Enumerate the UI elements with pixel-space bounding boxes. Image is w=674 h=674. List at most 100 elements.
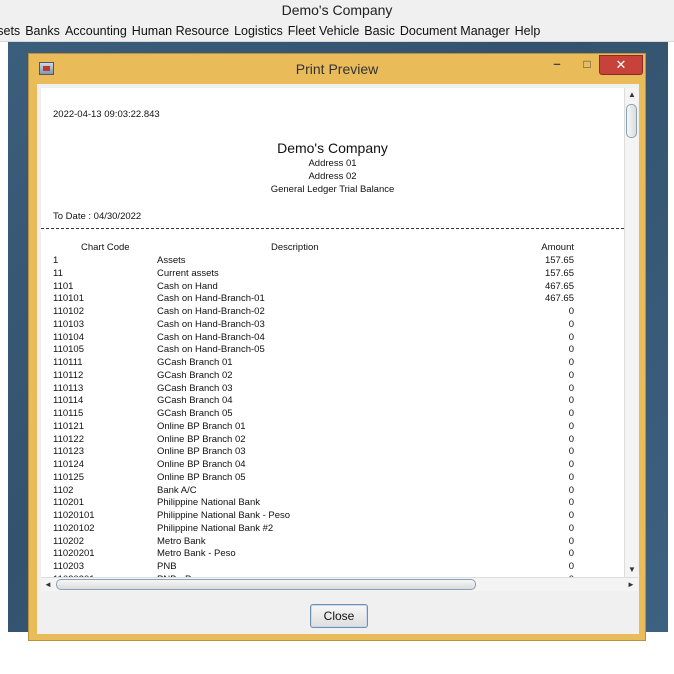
- app-title: Demo's Company: [281, 2, 393, 18]
- row-amount: 0: [568, 369, 574, 381]
- minimize-button[interactable]: –: [544, 54, 570, 74]
- row-description: Cash on Hand-Branch-03: [157, 318, 265, 330]
- row-code: 110111: [53, 357, 83, 368]
- row-code: 110121: [53, 420, 84, 432]
- row-code: 110103: [53, 318, 84, 330]
- row-description: Metro Bank - Peso: [157, 548, 236, 560]
- app-title-bar: Demo's Company: [0, 0, 674, 21]
- row-description: Cash on Hand-Branch-04: [157, 331, 265, 343]
- row-amount: 467.65: [544, 280, 574, 292]
- row-amount: 0: [568, 497, 574, 509]
- report-row: 11020102 Philippine National Bank #2 0: [41, 523, 624, 536]
- menu-item[interactable]: Help: [515, 21, 541, 41]
- menu-item[interactable]: ssets: [0, 21, 20, 41]
- report-row: 110102 Cash on Hand-Branch-02 0: [41, 306, 624, 319]
- horizontal-scrollbar[interactable]: ◄ ►: [41, 577, 638, 591]
- report-row: 110123 Online BP Branch 03 0: [41, 446, 624, 459]
- report-row: 110103 Cash on Hand-Branch-03 0: [41, 319, 624, 332]
- scroll-down-icon[interactable]: ▼: [625, 563, 639, 577]
- report-row: 110201 Philippine National Bank 0: [41, 497, 624, 510]
- row-description: Philippine National Bank - Peso: [157, 510, 291, 521]
- row-code: 110101: [53, 293, 84, 305]
- vertical-scrollbar[interactable]: ▲ ▼: [624, 88, 638, 577]
- row-amount: 0: [568, 357, 574, 368]
- row-amount: 0: [568, 510, 574, 521]
- row-amount: 0: [568, 408, 574, 419]
- report-row: 110104 Cash on Hand-Branch-04 0: [41, 332, 624, 345]
- row-code: 110122: [53, 433, 84, 445]
- report-row: 110113 GCash Branch 03 0: [41, 383, 624, 396]
- row-code: 110124: [53, 459, 84, 470]
- row-description: Online BP Branch 03: [157, 446, 246, 458]
- row-code: 110102: [53, 306, 84, 317]
- row-amount: 0: [568, 446, 574, 458]
- report-row: 110124 Online BP Branch 04 0: [41, 459, 624, 472]
- report-timestamp: 2022-04-13 09:03:22.843: [53, 109, 160, 120]
- row-amount: 0: [568, 471, 574, 483]
- report-row: 110122 Online BP Branch 02 0: [41, 434, 624, 447]
- menu-item[interactable]: Accounting: [65, 21, 127, 41]
- row-description: Cash on Hand-Branch-02: [157, 306, 265, 317]
- row-amount: 467.65: [544, 293, 574, 305]
- row-description: Cash on Hand-Branch-01: [157, 293, 265, 305]
- menu-item[interactable]: Document Manager: [400, 21, 510, 41]
- report-rows: 1 Assets 157.65 11 Current assets 157.65 1101 C…: [41, 255, 624, 577]
- menu-items: ssetsBanksAccountingHuman ResourceLogist…: [0, 21, 545, 41]
- scroll-left-icon[interactable]: ◄: [41, 578, 55, 592]
- row-description: Online BP Branch 01: [157, 420, 246, 432]
- vertical-scroll-thumb[interactable]: [626, 104, 637, 138]
- row-code: 11020201: [53, 548, 95, 560]
- row-description: Online BP Branch 04: [157, 459, 246, 470]
- row-code: 110115: [53, 408, 84, 419]
- report-row: 11 Current assets 157.65: [41, 268, 624, 281]
- row-code: 110201: [53, 497, 84, 509]
- menu-item[interactable]: Banks: [25, 21, 60, 41]
- report-company: Demo's Company: [277, 140, 388, 156]
- row-description: GCash Branch 01: [157, 357, 233, 368]
- row-code: 110114: [53, 395, 84, 407]
- scroll-up-icon[interactable]: ▲: [625, 88, 639, 102]
- row-description: GCash Branch 02: [157, 369, 233, 381]
- report-row: 1102 Bank A/C 0: [41, 485, 624, 498]
- horizontal-scroll-thumb[interactable]: [56, 579, 476, 590]
- close-button[interactable]: Close: [310, 604, 368, 628]
- report-page: 2022-04-13 09:03:22.843 Demo's Company A…: [41, 88, 624, 577]
- print-preview-dialog: Print Preview – □ ✕ 2022-04-13 09:03:22.…: [28, 53, 646, 641]
- row-code: 11020101: [53, 510, 95, 521]
- row-code: 1: [53, 255, 59, 266]
- row-code: 1101: [53, 280, 74, 292]
- row-amount: 0: [568, 318, 574, 330]
- row-amount: 157.65: [544, 267, 574, 279]
- row-description: GCash Branch 05: [157, 408, 233, 419]
- report-title: General Ledger Trial Balance: [270, 184, 395, 195]
- row-amount: 0: [568, 382, 574, 394]
- row-description: PNB: [157, 561, 177, 572]
- row-description: Philippine National Bank #2: [157, 522, 274, 534]
- row-amount: 0: [568, 344, 574, 356]
- column-header-description: Description: [271, 242, 319, 253]
- row-amount: 0: [568, 535, 574, 547]
- row-amount: 0: [568, 395, 574, 407]
- report-row: 110115 GCash Branch 05 0: [41, 408, 624, 421]
- dialog-titlebar[interactable]: Print Preview – □ ✕: [29, 54, 645, 84]
- menu-item[interactable]: Fleet Vehicle: [288, 21, 360, 41]
- report-row: 110101 Cash on Hand-Branch-01 467.65: [41, 293, 624, 306]
- menu-item[interactable]: Human Resource: [132, 21, 229, 41]
- report-row: 110114 GCash Branch 04 0: [41, 395, 624, 408]
- maximize-button[interactable]: □: [574, 54, 600, 74]
- menu-bar: ssetsBanksAccountingHuman ResourceLogist…: [0, 21, 674, 42]
- row-description: Cash on Hand: [157, 280, 218, 292]
- report-row: 110112 GCash Branch 02 0: [41, 370, 624, 383]
- report-row: 110111 GCash Branch 01 0: [41, 357, 624, 370]
- column-header-amount: Amount: [541, 242, 574, 253]
- scroll-right-icon[interactable]: ►: [624, 578, 638, 592]
- row-description: Assets: [157, 255, 186, 266]
- window-close-button[interactable]: ✕: [599, 55, 643, 75]
- report-to-date: To Date : 04/30/2022: [53, 211, 142, 222]
- menu-item[interactable]: Logistics: [234, 21, 283, 41]
- report-row: 110203 PNB 0: [41, 561, 624, 574]
- dialog-content: 2022-04-13 09:03:22.843 Demo's Company A…: [37, 84, 639, 634]
- menu-item[interactable]: Basic: [364, 21, 395, 41]
- row-description: Philippine National Bank: [157, 497, 260, 509]
- row-description: Online BP Branch 02: [157, 433, 246, 445]
